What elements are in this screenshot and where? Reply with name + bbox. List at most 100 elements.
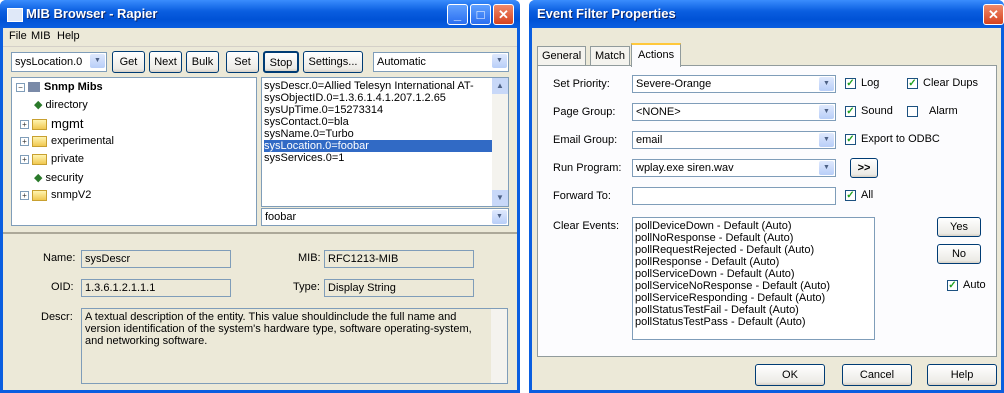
results-list[interactable]: sysDescr.0=Allied Telesyn International … [261,77,509,207]
stop-button[interactable]: Stop [263,51,299,73]
collapse-icon[interactable]: − [16,82,25,92]
bulk-button[interactable]: Bulk [186,51,219,73]
chevron-down-icon[interactable]: ▼ [819,77,834,91]
tab-match[interactable]: Match [590,46,630,65]
next-button[interactable]: Next [149,51,182,73]
list-item[interactable]: pollResponse - Default (Auto) [635,256,874,268]
tree-item-experimental[interactable]: + experimental [20,135,114,147]
list-item[interactable]: pollStatusTestPass - Default (Auto) [635,316,874,328]
expand-icon[interactable]: + [20,154,29,164]
clear-dups-checkbox[interactable]: ✓ [907,78,918,89]
type-field[interactable]: Display String [324,279,474,297]
list-item[interactable]: pollServiceResponding - Default (Auto) [635,292,874,304]
list-item[interactable]: pollNoResponse - Default (Auto) [635,232,874,244]
result-row-selected[interactable]: sysLocation.0=foobar [264,140,508,152]
mib-root-icon [28,82,40,93]
chevron-down-icon[interactable]: ▼ [819,161,834,175]
chevron-down-icon[interactable]: ▼ [492,210,507,224]
alarm-label: Alarm [929,105,958,117]
run-program-combo[interactable]: wplay.exe siren.wav ▼ [632,159,836,177]
type-label: Type: [293,281,320,293]
list-item[interactable]: pollStatusTestFail - Default (Auto) [635,304,874,316]
folder-icon [32,119,47,131]
forward-to-label: Forward To: [553,190,611,202]
tab-actions[interactable]: Actions [631,43,682,67]
name-field[interactable]: sysDescr [81,250,231,268]
close-icon[interactable]: ✕ [983,4,1004,25]
yes-button[interactable]: Yes [937,217,981,237]
results-scrollbar[interactable]: ▲ ▼ [492,78,508,206]
list-item[interactable]: pollDeviceDown - Default (Auto) [635,220,874,232]
mib-browser-titlebar[interactable]: MIB Browser - Rapier _ □ ✕ [0,0,520,28]
close-icon[interactable]: ✕ [493,4,514,25]
tree-item-security[interactable]: ◆ security [34,171,83,184]
expand-icon[interactable]: + [20,136,29,146]
export-odbc-label: Export to ODBC [861,133,940,145]
chevron-down-icon[interactable]: ▼ [90,54,105,68]
result-row[interactable]: sysDescr.0=Allied Telesyn International … [264,80,508,92]
run-program-browse-button[interactable]: >> [850,158,878,178]
set-priority-combo[interactable]: Severe-Orange ▼ [632,75,836,93]
mib-browser-body: File MIB Help sysLocation.0 ▼ Get Next Bu… [3,28,517,390]
chevron-down-icon[interactable]: ▼ [819,133,834,147]
export-odbc-checkbox[interactable]: ✓ [845,134,856,145]
descr-label: Descr: [41,311,73,323]
set-button[interactable]: Set [226,51,259,73]
sound-label: Sound [861,105,893,117]
alarm-checkbox[interactable] [907,106,918,117]
tree-item-directory[interactable]: ◆ directory [34,98,88,111]
value-combo[interactable]: foobar ▼ [261,208,509,226]
leaf-icon: ◆ [34,172,43,184]
expand-icon[interactable]: + [20,190,29,200]
result-row[interactable]: sysUpTime.0=15273314 [264,104,508,116]
menu-help[interactable]: Help [57,30,80,42]
result-row[interactable]: sysObjectID.0=1.3.6.1.4.1.207.1.2.65 [264,92,508,104]
window-title: MIB Browser - Rapier [26,6,158,21]
mib-browser-window: MIB Browser - Rapier _ □ ✕ File MIB Help… [0,0,520,393]
mib-tree[interactable]: − Snmp Mibs ◆ directory + mgmt + experiment… [11,77,257,226]
list-item[interactable]: pollServiceDown - Default (Auto) [635,268,874,280]
clear-dups-label: Clear Dups [923,77,979,89]
scroll-up-icon[interactable]: ▲ [492,78,508,94]
tree-item-private[interactable]: + private [20,153,84,165]
sound-checkbox[interactable]: ✓ [845,106,856,117]
tree-item-mgmt[interactable]: + mgmt [20,116,84,131]
tab-general[interactable]: General [537,46,587,65]
scroll-down-icon[interactable]: ▼ [492,190,508,206]
mib-field[interactable]: RFC1213-MIB [324,250,474,268]
cancel-button[interactable]: Cancel [842,364,912,386]
mode-combo[interactable]: Automatic ▼ [373,52,509,72]
menu-file[interactable]: File [9,30,27,42]
descr-field[interactable]: A textual description of the entity. Thi… [81,308,508,384]
list-item[interactable]: pollRequestRejected - Default (Auto) [635,244,874,256]
event-filter-titlebar[interactable]: Event Filter Properties ✕ [529,0,1004,28]
email-group-combo[interactable]: email ▼ [632,131,836,149]
maximize-icon[interactable]: □ [470,4,491,25]
dialog-title: Event Filter Properties [537,6,676,21]
settings-button[interactable]: Settings... [303,51,363,73]
chevron-down-icon[interactable]: ▼ [492,54,507,68]
oid-field[interactable]: 1.3.6.1.2.1.1.1 [81,279,231,297]
page-group-combo[interactable]: <NONE> ▼ [632,103,836,121]
all-checkbox[interactable]: ✓ [845,190,856,201]
menu-mib[interactable]: MIB [31,30,51,42]
ok-button[interactable]: OK [755,364,825,386]
result-row[interactable]: sysServices.0=1 [264,152,508,164]
oid-combo[interactable]: sysLocation.0 ▼ [11,52,107,72]
clear-events-list[interactable]: pollDeviceDown - Default (Auto) pollNoRe… [632,217,875,340]
auto-checkbox[interactable]: ✓ [947,280,958,291]
help-button[interactable]: Help [927,364,997,386]
descr-scrollbar[interactable] [491,309,507,383]
result-row[interactable]: sysName.0=Turbo [264,128,508,140]
chevron-down-icon[interactable]: ▼ [819,105,834,119]
tree-root[interactable]: − Snmp Mibs [16,81,103,93]
log-checkbox[interactable]: ✓ [845,78,856,89]
result-row[interactable]: sysContact.0=bla [264,116,508,128]
minimize-icon[interactable]: _ [447,4,468,25]
no-button[interactable]: No [937,244,981,264]
get-button[interactable]: Get [112,51,145,73]
list-item[interactable]: pollServiceNoResponse - Default (Auto) [635,280,874,292]
tree-item-snmpv2[interactable]: + snmpV2 [20,189,91,201]
expand-icon[interactable]: + [20,120,29,130]
forward-to-field[interactable] [632,187,836,205]
